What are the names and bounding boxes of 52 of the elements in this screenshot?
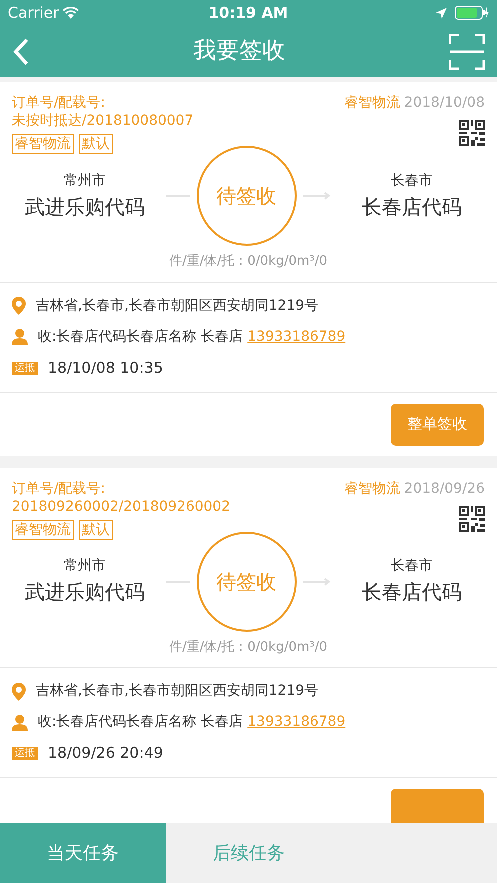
tag: 默认 — [79, 520, 113, 540]
location-pin-icon — [12, 682, 26, 700]
address-text: 吉林省,长春市,长春市朝阳区西安胡同1219号 — [36, 296, 319, 316]
origin-site: 武进乐购代码 — [24, 579, 146, 606]
carrier-text: Carrier — [8, 2, 60, 24]
scan-icon[interactable] — [449, 34, 485, 70]
location-pin-icon — [12, 297, 26, 315]
time-badge: 运抵 — [12, 747, 38, 760]
qr-code-icon — [459, 120, 485, 146]
back-icon[interactable] — [12, 38, 30, 66]
address-text: 吉林省,长春市,长春市朝阳区西安胡同1219号 — [36, 682, 319, 701]
tab[interactable]: 当天任务 — [0, 823, 166, 883]
order-date: 2018/10/08 — [404, 94, 485, 112]
cargo-stats: 件/重/体/托：0/0kg/0m³/0 — [169, 254, 328, 269]
sign-button[interactable]: 整单签收 — [391, 404, 484, 446]
order-number: 201809260002/201809260002 — [12, 498, 230, 516]
battery-icon — [455, 6, 489, 20]
receiver-text: 收:长春店代码长春店名称 长春店 — [38, 328, 244, 344]
arrow-icon — [302, 578, 331, 586]
destination-city: 长春市 — [390, 172, 434, 190]
arrow-icon — [302, 192, 331, 200]
person-icon — [12, 714, 28, 730]
receiver-text: 收:长春店代码长春店名称 长春店 — [38, 714, 244, 730]
status-circle: 待签收 — [196, 532, 296, 632]
tag: 默认 — [79, 134, 113, 154]
order-number: 未按时抵达/201810080007 — [12, 112, 194, 130]
status-time: 10:19 AM — [208, 4, 288, 22]
order-date: 2018/09/26 — [404, 480, 485, 498]
origin-city: 常州市 — [63, 172, 107, 190]
tag: 睿智物流 — [12, 134, 74, 154]
origin-site: 武进乐购代码 — [24, 194, 146, 220]
status-circle: 待签收 — [196, 146, 296, 246]
phone-link[interactable]: 13933186789 — [248, 328, 346, 344]
tag: 睿智物流 — [12, 520, 74, 540]
destination-site: 长春店代码 — [361, 194, 463, 220]
destination-site: 长春店代码 — [361, 579, 463, 606]
qr-code-icon — [459, 506, 485, 532]
location-icon — [436, 8, 447, 18]
person-icon — [12, 329, 28, 345]
page-title: 我要签收 — [194, 37, 286, 66]
carrier-name: 睿智物流 — [344, 480, 400, 498]
arrival-time: 18/10/08 10:35 — [48, 358, 164, 379]
wifi-icon — [63, 7, 80, 19]
time-badge: 运抵 — [12, 362, 38, 374]
order-label: 订单号/配载号: — [12, 480, 106, 498]
phone-link[interactable]: 13933186789 — [248, 714, 346, 730]
order-label: 订单号/配载号: — [12, 94, 106, 112]
cargo-stats: 件/重/体/托：0/0kg/0m³/0 — [169, 640, 328, 654]
destination-city: 长春市 — [390, 557, 434, 576]
arrival-time: 18/09/26 20:49 — [48, 743, 164, 764]
carrier-name: 睿智物流 — [344, 94, 400, 112]
origin-city: 常州市 — [63, 557, 107, 576]
